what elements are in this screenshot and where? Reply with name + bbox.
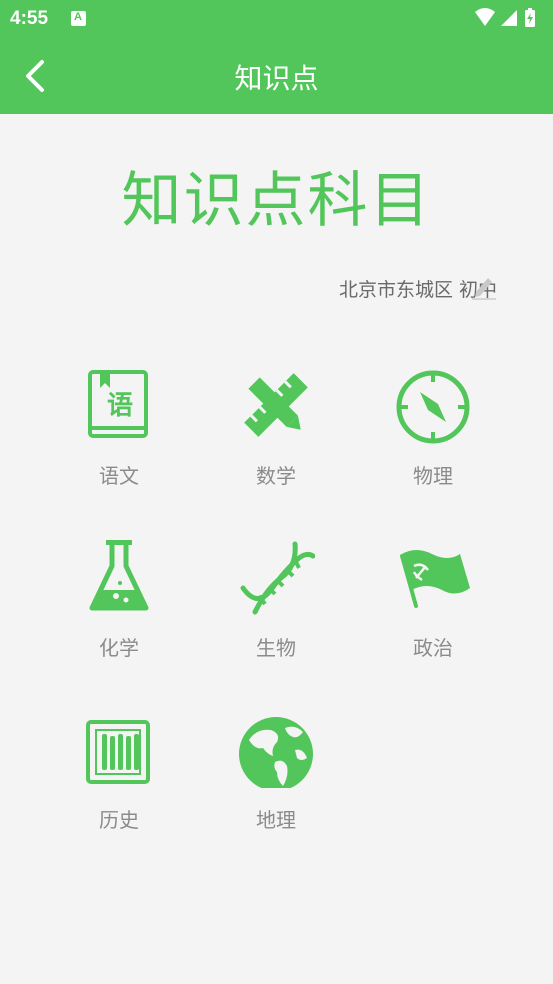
subject-label: 化学 [99,636,139,660]
dna-icon [240,541,315,615]
flag-icon [400,550,470,608]
pencil-ruler-icon [244,373,308,437]
compass-icon [396,370,470,444]
pencil-icon[interactable] [470,272,498,300]
battery-icon [525,8,535,27]
subject-chemistry[interactable]: 化学 [40,532,198,672]
globe-icon [239,717,313,788]
subjects-heading: 知识点科目 [121,166,432,236]
subject-label: 物理 [413,464,453,488]
subject-label: 历史 [99,808,139,832]
subject-biology[interactable]: 生物 [197,532,355,672]
subject-math[interactable]: 数学 [197,360,355,500]
subject-label: 政治 [413,636,453,660]
subject-history[interactable]: 历史 [40,704,198,844]
subject-label: 地理 [256,808,296,832]
page-title: 知识点 [234,62,319,95]
scroll-icon [86,720,150,784]
a-icon [71,11,86,26]
status-time: 4:55 [10,8,49,29]
wifi-icon [475,8,495,26]
subject-physics[interactable]: 物理 [354,360,512,500]
svg-text:语: 语 [107,391,133,421]
flask-icon [89,540,149,611]
subject-label: 数学 [256,464,296,488]
signal-icon [501,10,517,26]
subject-label: 生物 [256,636,296,660]
system-icons [475,8,535,27]
status-bar: 4:55 [0,0,553,38]
subject-label: 语文 [99,464,139,488]
subject-chinese[interactable]: 语 语文 [40,360,198,500]
subject-geography[interactable]: 地理 [197,704,355,844]
app-bar: 知识点 [0,38,553,114]
subject-politics[interactable]: 政治 [354,532,512,672]
book-icon: 语 [88,370,148,438]
